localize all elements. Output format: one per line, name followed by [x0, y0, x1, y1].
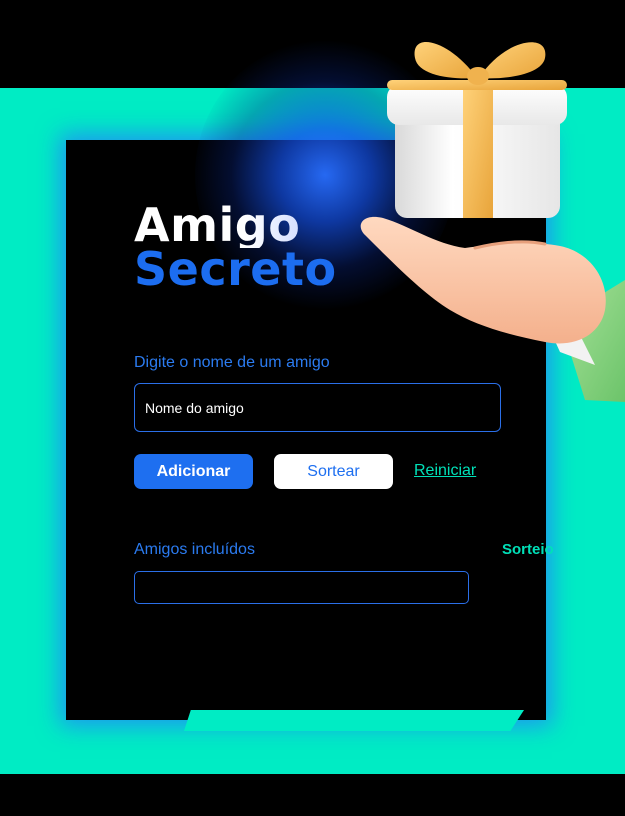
- bottom-tab-strip: [184, 710, 524, 731]
- title-line-secreto: Secreto: [134, 242, 337, 296]
- gift-on-hand-icon: [360, 41, 625, 402]
- friend-name-label: Digite o nome de um amigo: [134, 354, 330, 371]
- friends-list-label: Amigos incluídos: [134, 541, 255, 558]
- friends-list: [134, 571, 469, 604]
- page-title: Amigo Secreto: [134, 202, 337, 292]
- reset-link[interactable]: Reiniciar: [414, 462, 476, 480]
- page: Amigo Secreto Digite o nome de um amigo …: [0, 0, 625, 816]
- draw-button[interactable]: Sortear: [274, 454, 393, 489]
- draw-result-label: Sorteio: [502, 541, 554, 558]
- add-button[interactable]: Adicionar: [134, 454, 253, 489]
